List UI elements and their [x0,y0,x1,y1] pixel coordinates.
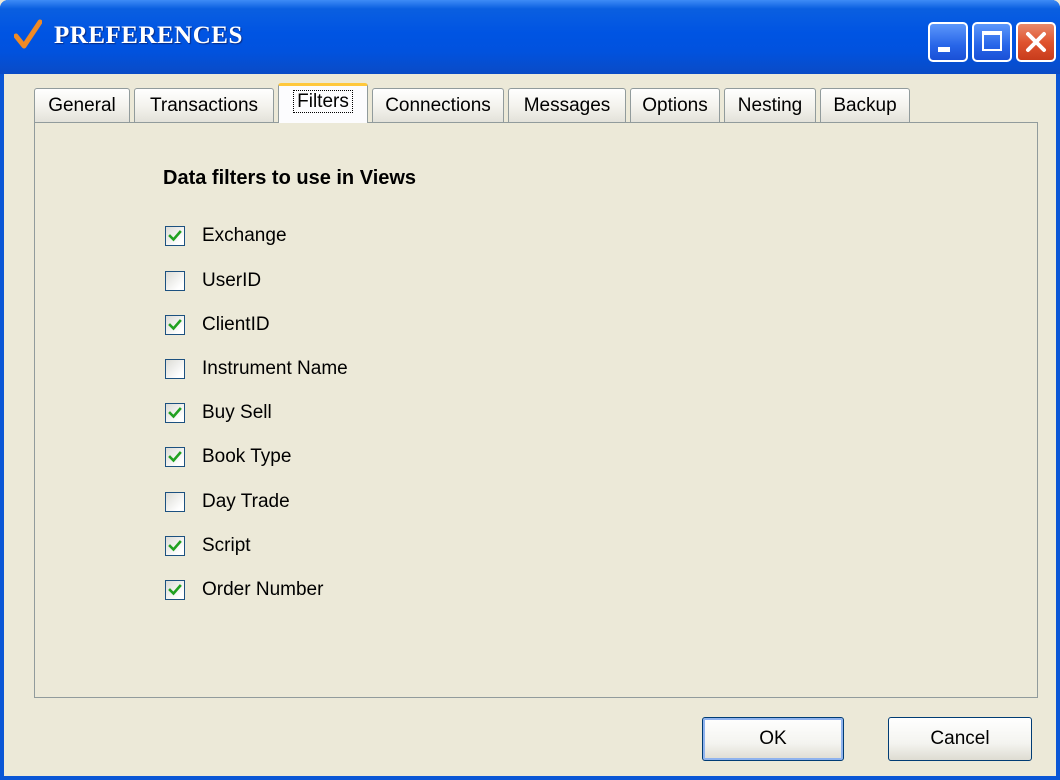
checkbox-label: Book Type [202,446,292,467]
check-icon [168,230,182,242]
check-icon [168,451,182,463]
tab-connections[interactable]: Connections [372,88,504,122]
checkbox[interactable] [165,315,185,335]
filter-book-type[interactable]: Book Type [165,444,291,470]
tab-label: Backup [833,95,897,116]
filter-order-number[interactable]: Order Number [165,577,323,603]
check-icon [168,540,182,552]
maximize-button[interactable] [972,22,1012,62]
filter-buy-sell[interactable]: Buy Sell [165,400,272,426]
tab-backup[interactable]: Backup [820,88,910,122]
check-icon [168,407,182,419]
cancel-button[interactable]: Cancel [888,717,1032,761]
tab-filters[interactable]: Filters [278,83,368,123]
tab-label: General [48,95,116,116]
close-button[interactable] [1016,22,1056,62]
filter-script[interactable]: Script [165,533,251,559]
checkbox[interactable] [165,492,185,512]
checkbox-label: Exchange [202,225,287,246]
close-icon [1026,32,1046,52]
check-icon [168,319,182,331]
tab-transactions[interactable]: Transactions [134,88,274,122]
filter-exchange[interactable]: Exchange [165,223,287,249]
tab-options[interactable]: Options [630,88,720,122]
filter-day-trade[interactable]: Day Trade [165,489,290,515]
window-title: PREFERENCES [54,22,243,49]
preferences-window: PREFERENCES General Transactions Filters… [0,0,1060,780]
filter-clientid[interactable]: ClientID [165,312,270,338]
checkbox-label: Buy Sell [202,402,272,423]
checkbox-label: Day Trade [202,491,290,512]
panel-heading: Data filters to use in Views [163,167,417,189]
checkbox[interactable] [165,403,185,423]
maximize-icon [982,31,1002,51]
checkbox[interactable] [165,536,185,556]
checkbox-label: Instrument Name [202,358,348,379]
tab-messages[interactable]: Messages [508,88,626,122]
checkbox[interactable] [165,271,185,291]
tab-label: Filters [293,90,353,113]
tab-general[interactable]: General [34,88,130,122]
checkbox[interactable] [165,226,185,246]
filters-panel: Data filters to use in Views Exchange Us… [34,122,1038,698]
checkbox[interactable] [165,447,185,467]
tab-label: Transactions [149,95,259,116]
tab-label: Messages [523,95,611,116]
title-bar[interactable]: PREFERENCES [0,0,1060,74]
tab-label: Nesting [737,95,803,116]
checkbox-label: Order Number [202,579,324,600]
filter-instrument-name[interactable]: Instrument Name [165,356,348,382]
tab-label: Connections [385,95,491,116]
checkbox[interactable] [165,580,185,600]
checkbox-label: UserID [202,270,262,291]
tab-nesting[interactable]: Nesting [724,88,816,122]
minimize-button[interactable] [928,22,968,62]
minimize-icon [938,47,950,52]
check-icon [168,584,182,596]
ok-button[interactable]: OK [702,717,844,761]
checkbox-label: Script [202,535,251,556]
checkbox[interactable] [165,359,185,379]
filter-userid[interactable]: UserID [165,268,261,294]
checkmark-icon [14,19,42,49]
checkbox-label: ClientID [202,314,270,335]
tab-label: Options [642,95,708,116]
